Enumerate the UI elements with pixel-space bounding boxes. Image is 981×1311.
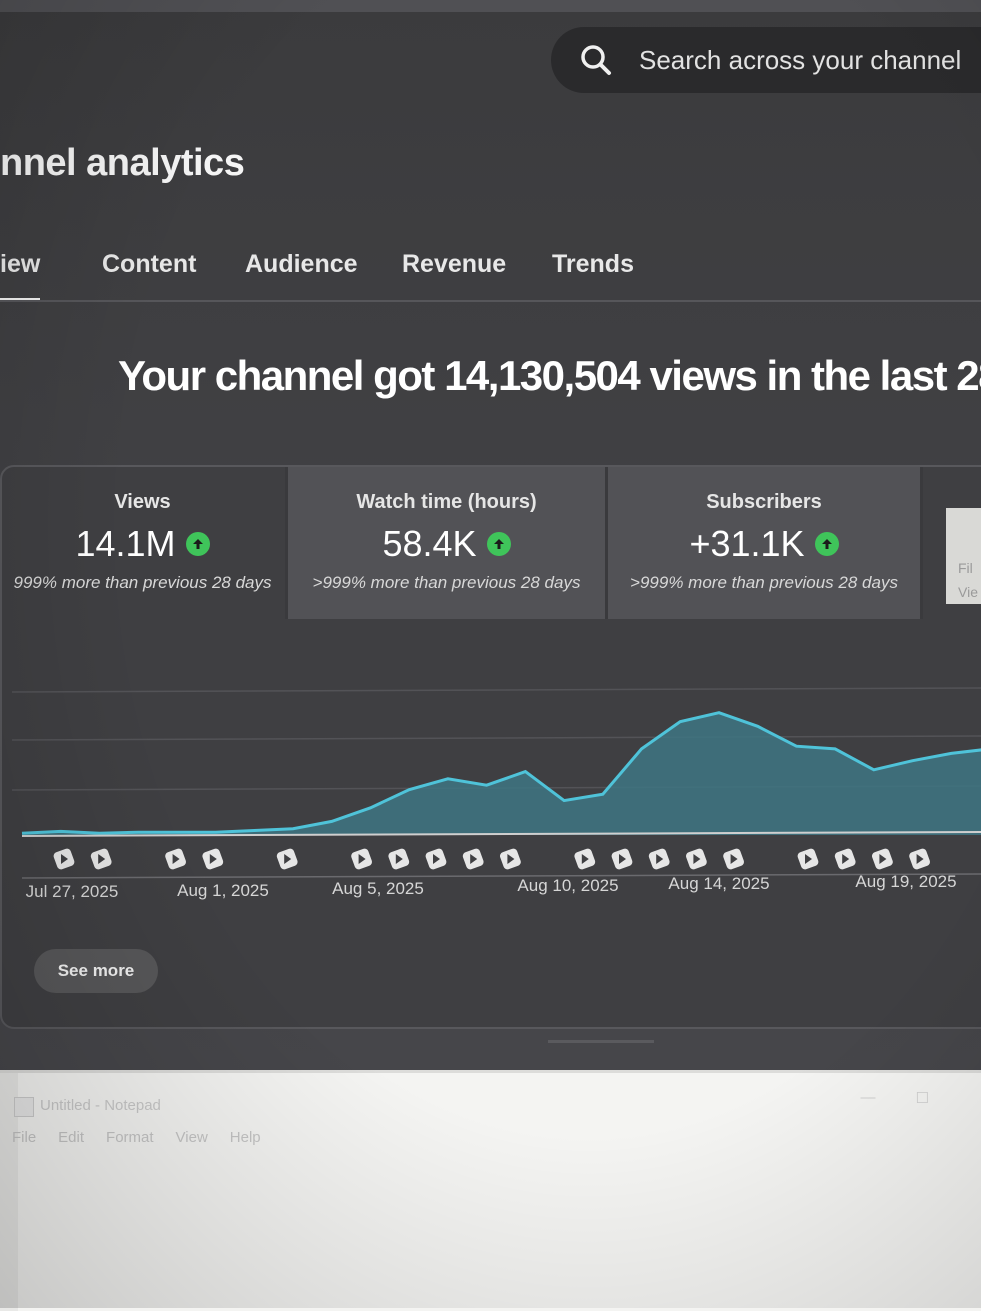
chart-svg: Jul 27, 2025 Aug 1, 2025 Aug 5, 2025 Aug 10…	[11, 687, 981, 901]
arrow-up-icon	[486, 532, 511, 556]
arrow-up-icon	[814, 532, 839, 556]
page-title: nnel analytics	[0, 142, 245, 184]
menu-format[interactable]: Format	[106, 1129, 154, 1146]
search-input[interactable]	[637, 43, 981, 77]
watch-time-chart: Jul 27, 2025 Aug 1, 2025 Aug 5, 2025 Aug 10…	[0, 640, 981, 920]
chart-area	[22, 712, 981, 835]
upload-marker-icon[interactable]	[387, 847, 410, 870]
analytics-screen: nnel analytics iew Content Audience Reve…	[0, 0, 981, 1080]
x-tick-label: Aug 19, 2025	[855, 872, 956, 891]
upload-marker-icon[interactable]	[164, 847, 187, 870]
see-more-button[interactable]: See more	[34, 949, 158, 993]
x-axis-lower-line	[21, 873, 981, 879]
upload-marker-icon[interactable]	[350, 847, 373, 870]
metric-comparison: >999% more than previous 28 days	[630, 573, 898, 592]
x-tick-label: Aug 14, 2025	[668, 874, 769, 893]
notepad-icon	[14, 1097, 34, 1117]
metric-views[interactable]: Views 14.1M 999% more than previous 28 d…	[0, 467, 285, 619]
resize-handle[interactable]	[548, 1040, 654, 1043]
upload-marker-icon[interactable]	[424, 847, 447, 870]
upload-marker-icon[interactable]	[462, 847, 485, 870]
upload-marker-icon[interactable]	[908, 847, 931, 870]
tab-audience[interactable]: Audience	[245, 250, 358, 279]
upload-marker-icon[interactable]	[201, 847, 224, 870]
metric-label: Watch time (hours)	[356, 491, 537, 513]
arrow-up-icon	[185, 532, 210, 556]
gridline	[11, 735, 981, 741]
metric-value-row: +31.1K	[608, 523, 920, 565]
tabs-divider	[0, 300, 981, 302]
upload-marker-icon[interactable]	[90, 847, 113, 870]
gridline	[11, 687, 981, 693]
tab-trends[interactable]: Trends	[552, 250, 634, 279]
maximize-icon[interactable]: ☐	[916, 1089, 929, 1107]
partial-card-line: Vie	[958, 584, 978, 600]
search-icon[interactable]	[579, 43, 613, 77]
metric-label: Subscribers	[706, 491, 822, 513]
upload-marker-icon[interactable]	[52, 847, 75, 870]
top-bezel	[0, 0, 981, 12]
menu-edit[interactable]: Edit	[58, 1129, 84, 1146]
x-tick-label: Aug 1, 2025	[177, 881, 269, 900]
upload-marker-icon[interactable]	[573, 847, 596, 870]
search-bar[interactable]	[551, 27, 981, 93]
notepad-window: Untitled - Notepad — ☐ File Edit Format …	[0, 1070, 981, 1311]
metric-value-row: 14.1M	[0, 523, 285, 565]
upload-marker-icon[interactable]	[648, 847, 671, 870]
metric-subscribers[interactable]: Subscribers +31.1K >999% more than previ…	[608, 467, 920, 619]
notepad-title: Untitled - Notepad	[40, 1097, 161, 1114]
views-headline: Your channel got 14,130,504 views in the…	[118, 352, 981, 399]
menu-file[interactable]: File	[12, 1129, 36, 1146]
metric-comparison: >999% more than previous 28 days	[312, 573, 581, 592]
upload-marker-icon[interactable]	[871, 847, 894, 870]
metric-comparison: 999% more than previous 28 days	[13, 573, 272, 592]
upload-marker-icon[interactable]	[796, 847, 819, 870]
metric-divider	[920, 467, 923, 619]
metric-value: +31.1K	[689, 523, 805, 564]
analytics-tabs: iew Content Audience Revenue Trends	[0, 242, 981, 304]
upload-marker-icon[interactable]	[610, 847, 633, 870]
upload-marker-icon[interactable]	[685, 847, 708, 870]
window-controls: — ☐	[861, 1089, 929, 1107]
x-tick-label: Aug 5, 2025	[332, 879, 424, 898]
metric-label: Views	[114, 491, 171, 513]
metric-value-row: 58.4K	[288, 523, 605, 565]
metric-tabs: Views 14.1M 999% more than previous 28 d…	[0, 467, 981, 619]
x-tick-label: Jul 27, 2025	[26, 882, 119, 901]
tab-content[interactable]: Content	[102, 250, 196, 279]
minimize-icon[interactable]: —	[861, 1089, 876, 1107]
tab-overview[interactable]: iew	[0, 250, 41, 302]
metric-watch-time[interactable]: Watch time (hours) 58.4K >999% more than…	[288, 467, 605, 619]
notepad-menu: File Edit Format View Help	[12, 1129, 261, 1146]
upload-marker-icon[interactable]	[834, 847, 857, 870]
x-tick-label: Aug 10, 2025	[517, 876, 618, 895]
tab-revenue[interactable]: Revenue	[402, 250, 506, 279]
upload-marker-icon[interactable]	[722, 847, 745, 870]
metric-value: 58.4K	[382, 523, 477, 564]
partial-card: Fil Vie	[946, 508, 981, 604]
menu-view[interactable]: View	[176, 1129, 208, 1146]
menu-help[interactable]: Help	[230, 1129, 261, 1146]
upload-marker-icon[interactable]	[276, 847, 299, 870]
partial-card-line: Fil	[958, 560, 973, 576]
metric-value: 14.1M	[75, 523, 176, 564]
upload-marker-icon[interactable]	[499, 847, 522, 870]
